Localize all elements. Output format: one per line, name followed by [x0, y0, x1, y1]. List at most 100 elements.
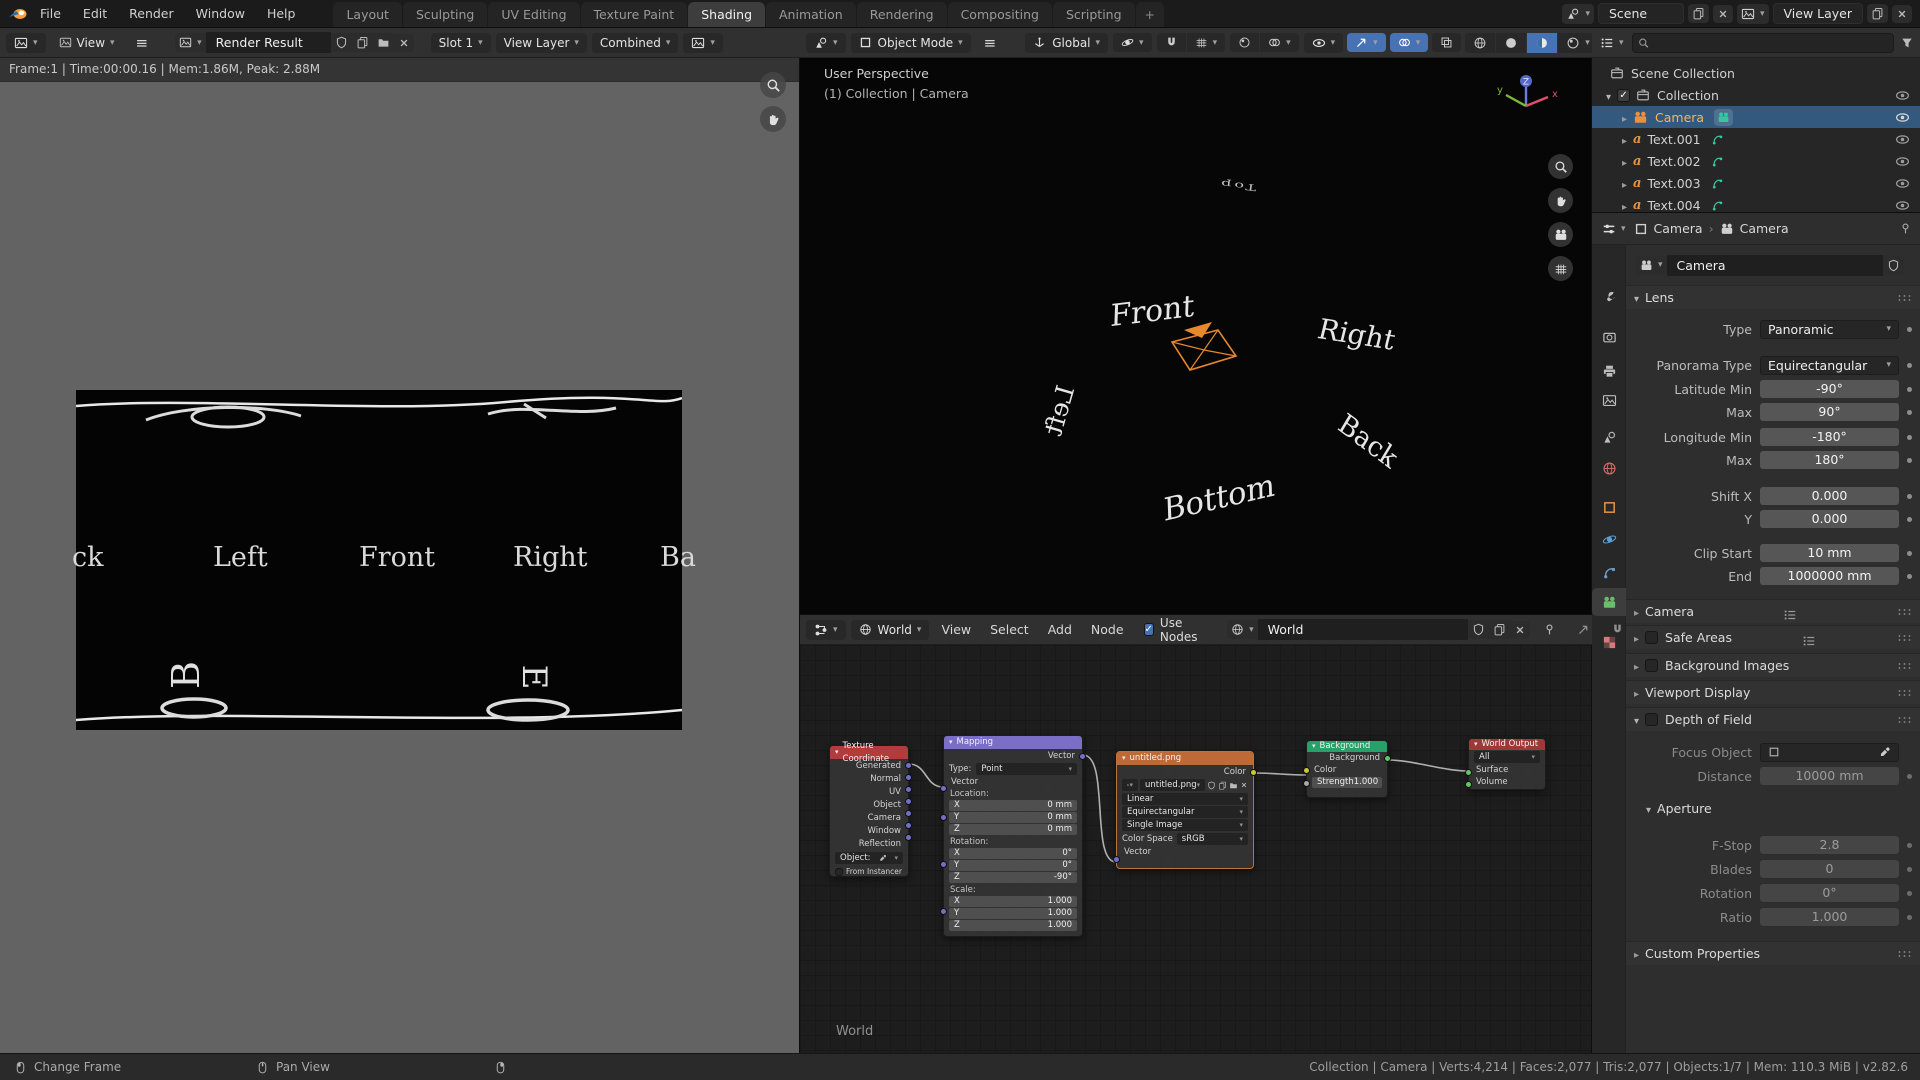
eye-icon[interactable] — [1895, 176, 1910, 191]
menu-edit[interactable]: Edit — [73, 0, 117, 28]
dof-checkbox[interactable] — [1645, 713, 1658, 726]
rotation-x-field[interactable]: X0° — [949, 848, 1077, 859]
text-object-bottom[interactable]: Bottom — [1163, 467, 1276, 529]
scene-unlink-button[interactable] — [1713, 5, 1733, 23]
shading-wireframe-button[interactable] — [1465, 33, 1495, 53]
socket-vector-out[interactable] — [1079, 753, 1086, 760]
viewport-ortho-toggle-button[interactable] — [1548, 256, 1573, 281]
panel-camera[interactable]: Camera — [1626, 599, 1920, 623]
node-header[interactable]: Texture Coordinate — [830, 746, 908, 759]
search-input[interactable] — [1653, 36, 1888, 50]
node-image-texture[interactable]: untitled.png Color untitled.png Linear E… — [1116, 751, 1254, 869]
socket-color-in[interactable] — [1303, 767, 1310, 774]
scene-browse-button[interactable] — [1562, 4, 1594, 24]
location-z-field[interactable]: Z0 mm — [949, 824, 1077, 835]
tab-animation[interactable]: Animation — [766, 2, 856, 28]
world-name-field[interactable]: World — [1258, 619, 1468, 640]
tab-layout[interactable]: Layout — [333, 2, 402, 28]
tab-view-layer[interactable] — [1592, 386, 1626, 414]
tab-object-data[interactable] — [1592, 588, 1626, 616]
text-object-top[interactable]: Top — [1218, 178, 1257, 193]
view-layer-new-button[interactable] — [1867, 4, 1888, 23]
image-browse-button[interactable] — [175, 33, 206, 52]
menu-file[interactable]: File — [30, 0, 71, 28]
socket-vector-in[interactable] — [940, 785, 947, 792]
editor-type-button[interactable] — [1598, 34, 1626, 52]
menu-view[interactable]: View — [934, 622, 978, 637]
blender-logo[interactable] — [8, 6, 28, 22]
node-world-output[interactable]: World Output All Surface Volume — [1468, 738, 1546, 790]
fake-user-button[interactable] — [1468, 620, 1489, 639]
display-channels-button[interactable] — [683, 33, 723, 53]
editor-type-button[interactable] — [806, 620, 846, 640]
fake-user-icon[interactable] — [1207, 781, 1216, 790]
node-header[interactable]: World Output — [1469, 739, 1545, 750]
socket-normal[interactable] — [905, 774, 912, 781]
snap-toggle[interactable] — [1157, 33, 1186, 52]
proportional-falloff-select[interactable] — [1260, 33, 1299, 52]
fstop-field[interactable]: 2.8 — [1760, 836, 1899, 854]
scale-y-field[interactable]: Y1.000 — [949, 908, 1077, 919]
editor-type-button[interactable] — [6, 33, 46, 53]
use-nodes-checkbox[interactable] — [1144, 623, 1154, 636]
menu-help[interactable]: Help — [257, 0, 306, 28]
panel-depth-of-field[interactable]: Depth of Field — [1626, 707, 1920, 731]
aperture-ratio-field[interactable]: 1.000 — [1760, 908, 1899, 926]
focus-object-select[interactable] — [1760, 743, 1899, 762]
eye-icon[interactable] — [1895, 88, 1910, 103]
panel-lens[interactable]: Lens — [1626, 285, 1920, 309]
socket-camera[interactable] — [905, 810, 912, 817]
text-object-right[interactable]: Right — [1314, 312, 1398, 356]
pivot-point-select[interactable] — [1113, 33, 1152, 52]
breadcrumb-object[interactable]: Camera — [1654, 221, 1703, 236]
clip-end-field[interactable]: 1000000 mm — [1760, 567, 1899, 585]
node-texture-coordinate[interactable]: Texture Coordinate Generated Normal UV O… — [829, 745, 909, 877]
source-select[interactable]: Single Image — [1122, 819, 1248, 831]
fake-user-button[interactable] — [1883, 256, 1904, 275]
image-browse-button[interactable] — [1122, 779, 1138, 791]
socket-color-out[interactable] — [1250, 769, 1257, 776]
safe-areas-checkbox[interactable] — [1645, 631, 1658, 644]
socket-location-in[interactable] — [940, 814, 947, 821]
tab-object[interactable] — [1592, 493, 1626, 521]
socket-surface-in[interactable] — [1465, 769, 1472, 776]
expand-icon[interactable] — [1622, 110, 1633, 125]
background-images-checkbox[interactable] — [1645, 659, 1658, 672]
tab-rendering[interactable]: Rendering — [857, 2, 947, 28]
shading-material-button[interactable] — [1527, 33, 1557, 53]
scale-x-field[interactable]: X1.000 — [949, 896, 1077, 907]
expand-icon[interactable] — [1606, 88, 1617, 103]
scale-z-field[interactable]: Z1.000 — [949, 920, 1077, 931]
zoom-tool-button[interactable] — [760, 72, 786, 98]
show-object-types-select[interactable] — [1304, 33, 1344, 53]
panel-viewport-display[interactable]: Viewport Display — [1626, 680, 1920, 704]
clip-start-field[interactable]: 10 mm — [1760, 544, 1899, 562]
shift-x-field[interactable]: 0.000 — [1760, 487, 1899, 505]
tab-physics[interactable] — [1592, 525, 1626, 553]
world-browse-button[interactable] — [1227, 620, 1258, 639]
eye-icon[interactable] — [1895, 198, 1910, 213]
longitude-max-field[interactable]: 180° — [1760, 451, 1899, 469]
node-header[interactable]: Mapping — [944, 736, 1082, 749]
expand-icon[interactable] — [1622, 198, 1633, 213]
panel-custom-properties[interactable]: Custom Properties — [1626, 941, 1920, 965]
expand-icon[interactable] — [1622, 132, 1633, 147]
unlink-world-button[interactable] — [1510, 621, 1530, 639]
node-header[interactable]: Background — [1307, 741, 1387, 752]
object-selector[interactable]: Object: — [835, 852, 903, 864]
lens-type-select[interactable]: Panoramic — [1760, 320, 1899, 339]
colorspace-select[interactable]: sRGB — [1177, 833, 1248, 845]
go-to-parent-button[interactable] — [1569, 620, 1598, 639]
panel-aperture[interactable]: Aperture — [1626, 796, 1920, 820]
proportional-editing-toggle[interactable] — [1230, 33, 1259, 52]
socket-volume-in[interactable] — [1465, 781, 1472, 788]
outliner-row-text-004[interactable]: a Text.004 — [1592, 194, 1920, 213]
text-object-back[interactable]: Back — [1333, 408, 1403, 475]
tab-tool[interactable] — [1592, 283, 1626, 311]
tab-constraints[interactable] — [1592, 558, 1626, 586]
aperture-rotation-field[interactable]: 0° — [1760, 884, 1899, 902]
xray-toggle[interactable] — [1432, 33, 1461, 52]
new-image-button[interactable] — [352, 33, 373, 52]
outliner-row-collection[interactable]: Collection — [1592, 84, 1920, 106]
filter-icon[interactable] — [1900, 36, 1914, 50]
